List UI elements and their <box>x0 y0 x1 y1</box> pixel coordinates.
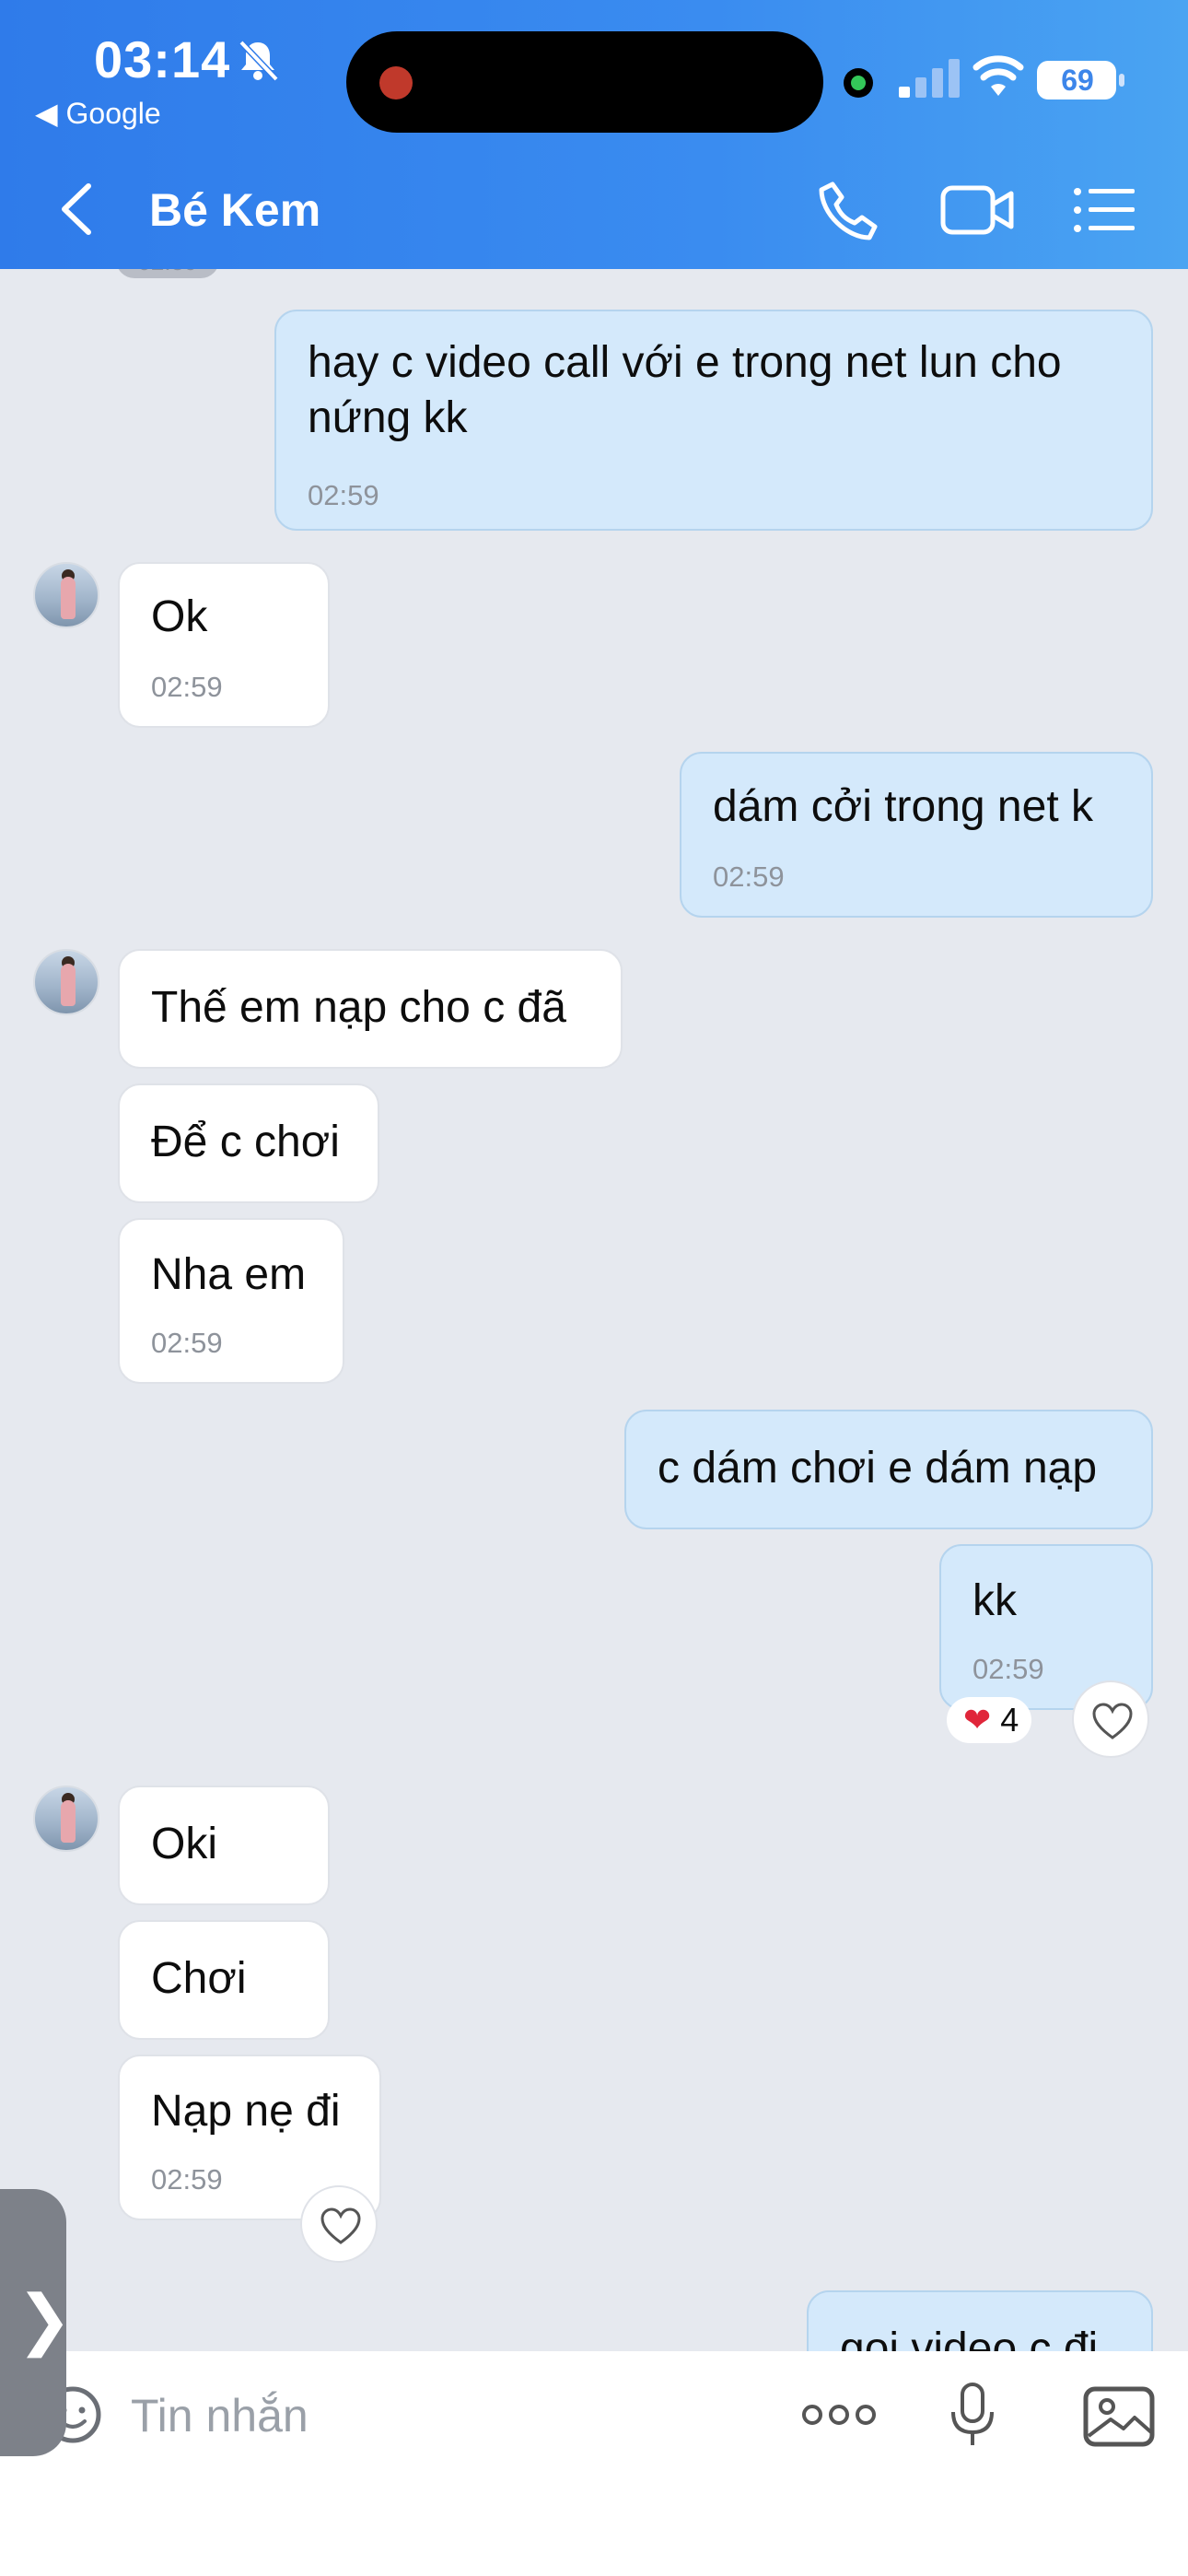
like-button[interactable] <box>1072 1680 1149 1758</box>
message-bubble-received[interactable]: Thế em nạp cho c đã <box>118 949 623 1069</box>
reaction-count: 4 <box>1000 1701 1019 1739</box>
message-text: hay c video call với e trong net lun cho… <box>308 338 1062 442</box>
heart-reaction-icon: ❤ <box>963 1701 992 1739</box>
battery-level: 69 <box>1061 64 1094 97</box>
message-bubble-received[interactable]: Oki <box>118 1786 330 1905</box>
message-text: c dám chơi e dám nạp <box>658 1444 1098 1493</box>
message-bubble-received[interactable]: Chơi <box>118 1920 330 2040</box>
avatar[interactable] <box>33 1786 99 1852</box>
more-options-icon[interactable] <box>801 2401 877 2429</box>
heart-outline-icon <box>320 2207 361 2244</box>
message-text: Oki <box>151 1820 217 1868</box>
message-text: kk <box>973 1576 1017 1625</box>
dynamic-island <box>346 31 823 133</box>
bell-muted-icon <box>239 40 279 82</box>
message-text: Nha em <box>151 1250 307 1299</box>
status-time: 03:14 <box>94 30 231 88</box>
message-text: Nạp nẹ đi <box>151 2087 341 2136</box>
reaction-summary[interactable]: ❤ 4 <box>947 1697 1032 1743</box>
wifi-icon <box>973 55 1024 96</box>
phone-call-icon[interactable] <box>814 177 880 243</box>
message-text: Thế em nạp cho c đã <box>151 983 566 1032</box>
chat-header: 03:14 ◀ Google 69 Bé Kem <box>0 0 1188 269</box>
message-time: 02:59 <box>151 2163 223 2195</box>
cellular-signal-icon <box>899 59 960 98</box>
message-bubble-received[interactable]: Để c chơi <box>118 1083 379 1203</box>
recording-indicator-icon <box>379 66 413 100</box>
message-time: 02:59 <box>973 1653 1044 1685</box>
video-call-icon[interactable] <box>939 177 1017 243</box>
camera-in-use-icon <box>844 68 873 98</box>
like-button[interactable] <box>300 2185 378 2263</box>
message-bubble-sent[interactable]: c dám chơi e dám nạp <box>624 1410 1153 1529</box>
message-text: gọi video c đi <box>840 2324 1099 2351</box>
message-list[interactable]: 02:59 hay c video call với e trong net l… <box>0 269 1188 2351</box>
image-gallery-icon[interactable] <box>1083 2386 1155 2447</box>
message-time: 02:59 <box>713 861 785 893</box>
message-composer <box>0 2351 1188 2576</box>
contact-name[interactable]: Bé Kem <box>149 181 320 240</box>
message-time: 02:59 <box>151 671 223 703</box>
message-time: 02:59 <box>151 1327 223 1359</box>
message-bubble-received[interactable]: Nha em 02:59 <box>118 1218 344 1384</box>
message-input[interactable] <box>131 2386 646 2445</box>
date-time-chip: 02:59 <box>116 269 219 278</box>
side-panel-handle[interactable]: ❯ <box>0 2189 72 2456</box>
microphone-icon[interactable] <box>949 2383 996 2449</box>
chevron-right-icon: ❯ <box>17 2283 73 2357</box>
message-text: Để c chơi <box>151 1118 340 1166</box>
menu-list-icon[interactable] <box>1072 177 1136 243</box>
message-time: 02:59 <box>308 479 379 511</box>
avatar[interactable] <box>33 949 99 1015</box>
message-bubble-sent[interactable]: hay c video call với e trong net lun cho… <box>274 310 1153 531</box>
message-text: dám cởi trong net k <box>713 782 1093 831</box>
avatar[interactable] <box>33 562 99 628</box>
message-text: Ok <box>151 592 208 641</box>
back-chevron-icon[interactable] <box>57 181 98 238</box>
message-bubble-sent[interactable]: dám cởi trong net k 02:59 <box>680 752 1153 918</box>
message-bubble-sent[interactable]: gọi video c đi <box>807 2290 1153 2351</box>
message-text: Chơi <box>151 1954 247 2003</box>
message-bubble-received[interactable]: Ok 02:59 <box>118 562 330 728</box>
back-to-app-link[interactable]: ◀ Google <box>35 96 161 131</box>
heart-outline-icon <box>1092 1703 1133 1739</box>
